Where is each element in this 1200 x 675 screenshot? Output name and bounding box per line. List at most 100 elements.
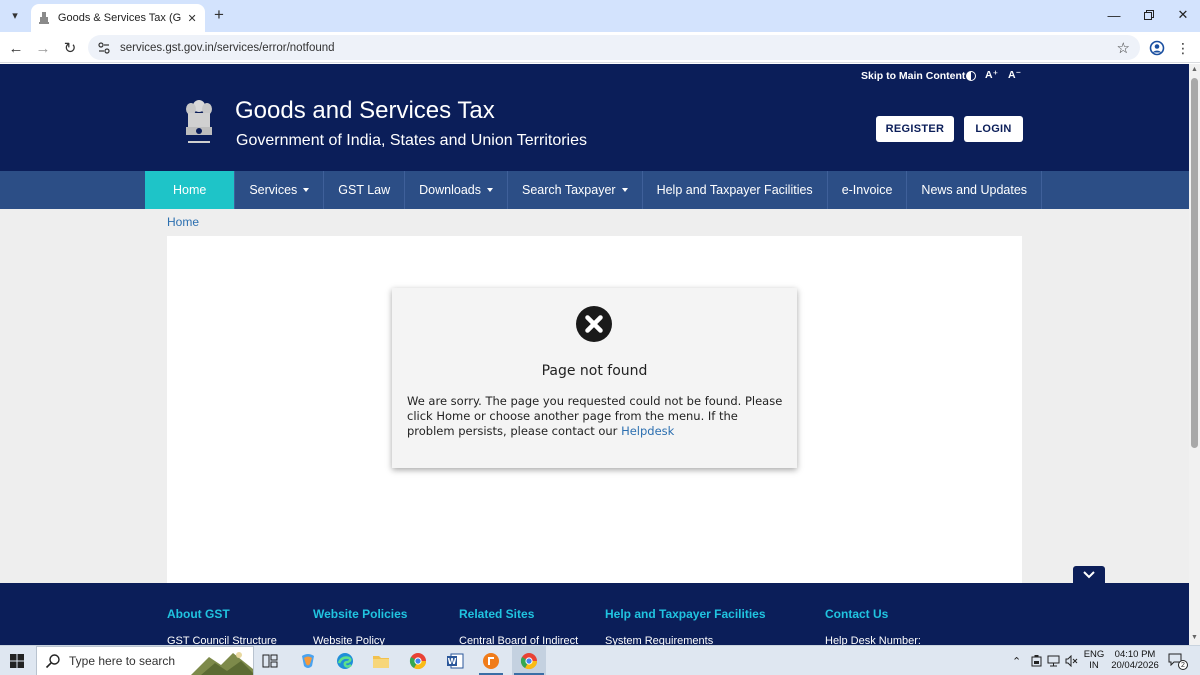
minimize-icon[interactable]: — [1104,6,1124,24]
edge-icon[interactable] [335,651,355,671]
national-emblem-icon[interactable] [182,97,216,151]
contrast-icon[interactable] [966,71,976,81]
browser-tab[interactable]: Goods & Services Tax (GST) | N ✕ [31,4,205,32]
error-message-text: We are sorry. The page you requested cou… [407,394,783,438]
back-icon[interactable]: ← [6,38,26,58]
caret-down-icon [621,188,628,192]
language-code: ENG [1083,649,1105,660]
footer-link-cbic[interactable]: Central Board of Indirect [459,635,578,645]
nav-downloads[interactable]: Downloads [405,171,508,209]
footer-link-system-req[interactable]: System Requirements [605,635,713,645]
nav-e-invoice[interactable]: e-Invoice [828,171,908,209]
browser-toolbar: ← → ↻ services.gst.gov.in/services/error… [0,32,1200,63]
error-card: Page not found We are sorry. The page yo… [392,288,797,468]
footer-heading-contact: Contact Us [825,607,889,621]
chrome-icon[interactable] [408,651,428,671]
nav-home[interactable]: Home [145,171,236,209]
restore-icon[interactable] [1139,6,1159,24]
battery-icon[interactable] [1031,655,1042,670]
nav-services[interactable]: Services [235,171,325,209]
error-x-icon [576,306,612,342]
bookmark-star-icon[interactable]: ☆ [1117,39,1130,57]
scroll-toggle-button[interactable] [1073,566,1105,584]
clock-date: 20/04/2026 [1111,660,1159,671]
font-increase-button[interactable]: A⁺ [985,69,998,81]
search-icon [45,654,60,669]
search-placeholder: Type here to search [69,654,176,668]
site-header: Goods and Services Tax Government of Ind… [0,87,1189,171]
footer-heading-policies: Website Policies [313,607,408,621]
scroll-up-icon[interactable]: ▲ [1191,66,1198,73]
region-code: IN [1089,660,1099,671]
footer-heading-about: About GST [167,607,230,621]
nav-gst-law[interactable]: GST Law [324,171,406,209]
forward-icon[interactable]: → [33,38,53,58]
main-navigation: Home Services GST Law Downloads Search T… [0,171,1189,209]
copilot-icon[interactable] [298,651,318,671]
url-text: services.gst.gov.in/services/error/notfo… [120,41,335,54]
close-icon[interactable]: ✕ [185,11,199,25]
site-info-icon[interactable] [96,40,112,56]
error-message: We are sorry. The page you requested cou… [407,394,787,439]
site-footer: About GST Website Policies Related Sites… [0,583,1189,645]
app-orange-icon[interactable] [481,651,501,671]
tab-search-icon[interactable]: ▾ [6,6,24,24]
footer-link-website-policy[interactable]: Website Policy [313,635,385,645]
notification-count: 2 [1178,660,1188,670]
search-highlight-icon [191,652,253,675]
plus-icon[interactable]: + [210,5,228,24]
nav-help[interactable]: Help and Taxpayer Facilities [643,171,828,209]
error-title: Page not found [541,363,648,379]
nav-services-label: Services [249,183,298,197]
word-icon[interactable]: W [445,651,465,671]
windows-taskbar: Type here to search W ⌃ ENG IN 04:10 PM … [0,645,1200,675]
language-indicator[interactable]: ENG IN [1082,649,1106,671]
skip-to-main-link[interactable]: Skip to Main Content [861,70,965,82]
svg-text:W: W [448,657,457,666]
reload-icon[interactable]: ↻ [60,38,80,58]
footer-helpdesk-number: Help Desk Number: [825,635,921,645]
clock[interactable]: 04:10 PM 20/04/2026 [1106,649,1164,671]
browser-tabstrip: ▾ Goods & Services Tax (GST) | N ✕ + — ✕ [0,0,1200,32]
gst-favicon-icon [37,11,51,25]
tab-title: Goods & Services Tax (GST) | N [57,12,182,24]
volume-muted-icon[interactable] [1065,654,1078,670]
font-decrease-button[interactable]: A⁻ [1008,69,1021,81]
breadcrumb-home[interactable]: Home [167,215,199,229]
caret-down-icon [487,188,493,192]
taskbar-search[interactable]: Type here to search [36,646,254,675]
nav-downloads-label: Downloads [419,183,481,197]
caret-down-icon [303,188,310,192]
chevron-up-icon[interactable]: ⌃ [1012,655,1021,668]
chrome-active-icon[interactable] [519,651,539,671]
accessibility-bar: Skip to Main Content A⁺ A⁻ [0,64,1189,87]
nav-news[interactable]: News and Updates [907,171,1043,209]
nav-search-taxpayer-label: Search Taxpayer [522,183,616,197]
file-explorer-icon[interactable] [371,651,391,671]
scroll-down-icon[interactable]: ▼ [1191,634,1198,641]
task-view-icon[interactable] [260,651,280,671]
footer-heading-help: Help and Taxpayer Facilities [605,607,766,621]
nav-home-label: Home [173,183,207,197]
footer-heading-related: Related Sites [459,607,535,621]
nav-gst-law-label: GST Law [338,183,391,197]
site-title: Goods and Services Tax [235,97,495,124]
helpdesk-link[interactable]: Helpdesk [621,424,674,438]
nav-news-label: News and Updates [921,183,1028,197]
windows-start-icon[interactable] [10,654,24,668]
more-menu-icon[interactable]: ⋮ [1175,38,1191,58]
profile-icon[interactable] [1147,38,1167,58]
site-subtitle: Government of India, States and Union Te… [236,132,587,149]
nav-e-invoice-label: e-Invoice [841,183,893,197]
window-close-icon[interactable]: ✕ [1173,6,1193,24]
chevron-down-icon [1083,571,1095,579]
login-button[interactable]: LOGIN [964,116,1023,142]
nav-help-label: Help and Taxpayer Facilities [656,183,813,197]
address-bar[interactable]: services.gst.gov.in/services/error/notfo… [88,35,1140,60]
register-button[interactable]: REGISTER [876,116,954,142]
page-viewport: Skip to Main Content A⁺ A⁻ Goods and Ser… [0,64,1189,645]
footer-link-council[interactable]: GST Council Structure [167,635,277,645]
nav-search-taxpayer[interactable]: Search Taxpayer [508,171,643,209]
scrollbar-thumb[interactable] [1191,78,1198,448]
network-icon[interactable] [1047,655,1060,670]
